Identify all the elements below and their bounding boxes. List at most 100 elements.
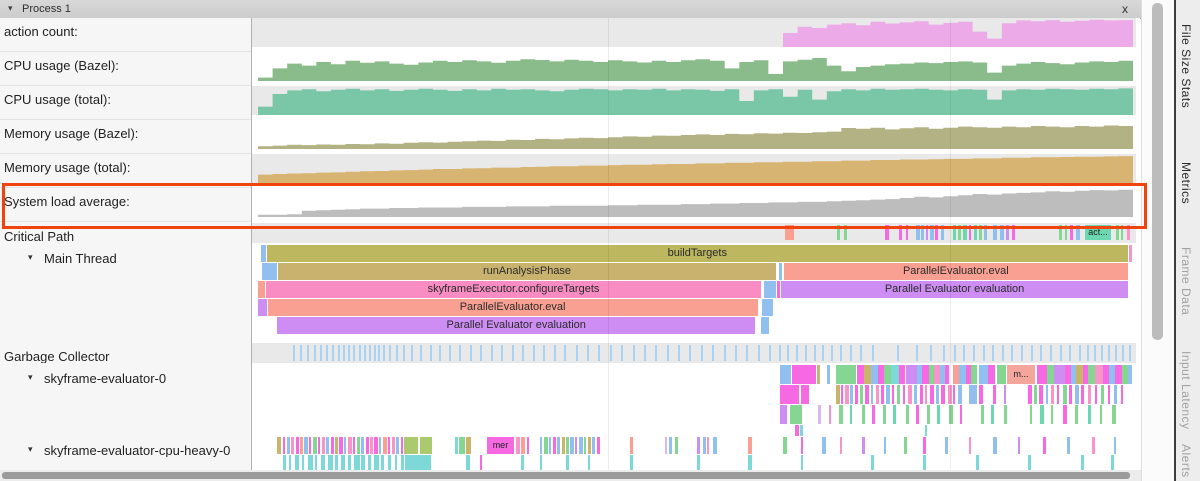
tick[interactable] [991, 405, 994, 424]
tick[interactable] [322, 437, 326, 454]
tick[interactable] [527, 437, 530, 454]
gc-tick[interactable] [420, 345, 422, 361]
tick[interactable] [953, 385, 956, 404]
tick[interactable] [405, 455, 431, 470]
horizontal-scrollbar[interactable] [0, 470, 1141, 481]
tick[interactable] [258, 299, 267, 316]
tick[interactable] [368, 455, 371, 470]
gc-tick[interactable] [758, 345, 760, 361]
gc-tick[interactable] [787, 345, 789, 361]
gc-tick[interactable] [1101, 345, 1103, 361]
tick[interactable] [707, 437, 710, 454]
tick[interactable] [566, 437, 569, 454]
slice[interactable]: mer [487, 437, 513, 454]
tick[interactable] [1043, 437, 1047, 454]
tick[interactable] [1081, 455, 1085, 470]
tick[interactable] [926, 225, 929, 240]
tick[interactable] [871, 455, 875, 470]
counter-label-row[interactable]: System load average: [0, 188, 251, 222]
tick[interactable] [904, 437, 908, 454]
gc-tick[interactable] [992, 345, 994, 361]
vertical-scrollbar-thumb[interactable] [1152, 3, 1163, 340]
gc-tick[interactable] [667, 345, 669, 361]
gc-tick[interactable] [689, 345, 691, 361]
tick[interactable] [553, 437, 557, 454]
gc-tick[interactable] [512, 345, 514, 361]
tick[interactable] [1081, 385, 1084, 404]
tick[interactable] [864, 365, 871, 384]
tab-alerts[interactable]: Alerts [1179, 444, 1193, 478]
tick[interactable] [903, 385, 906, 404]
gc-tick[interactable] [430, 345, 432, 361]
gc-tick[interactable] [587, 345, 589, 361]
tick[interactable] [1063, 405, 1067, 424]
tick[interactable] [801, 385, 810, 404]
gc-tick[interactable] [320, 345, 322, 361]
gc-tick[interactable] [491, 345, 493, 361]
tick[interactable] [850, 405, 853, 424]
tick[interactable] [937, 405, 940, 424]
tick[interactable] [1088, 405, 1092, 424]
tick[interactable] [584, 437, 587, 454]
tick[interactable] [318, 437, 321, 454]
tick[interactable] [544, 437, 548, 454]
counter-track[interactable] [252, 52, 1136, 81]
tick[interactable] [865, 385, 869, 404]
counter-track[interactable] [252, 86, 1136, 115]
tick[interactable] [381, 455, 384, 470]
tick[interactable] [922, 365, 929, 384]
tick[interactable] [697, 437, 700, 454]
tick[interactable] [936, 385, 939, 404]
tick[interactable] [630, 455, 634, 470]
gc-tick[interactable] [930, 345, 932, 361]
tick[interactable] [780, 405, 787, 424]
tick[interactable] [516, 437, 520, 454]
gc-tick[interactable] [769, 345, 771, 361]
tick[interactable] [353, 437, 356, 454]
tick[interactable] [630, 437, 634, 454]
tick[interactable] [300, 437, 303, 454]
gc-tick[interactable] [1060, 345, 1062, 361]
gc-tick[interactable] [1079, 345, 1081, 361]
tick[interactable] [420, 437, 432, 454]
tick[interactable] [1108, 385, 1111, 404]
gc-tick[interactable] [850, 345, 852, 361]
tick[interactable] [1046, 385, 1049, 404]
tick[interactable] [993, 385, 996, 404]
tick[interactable] [339, 437, 343, 454]
tick[interactable] [988, 365, 995, 384]
tick[interactable] [969, 437, 972, 454]
tick[interactable] [764, 281, 776, 298]
tick[interactable] [1129, 245, 1133, 262]
gc-tick[interactable] [701, 345, 703, 361]
tick[interactable] [993, 437, 997, 454]
gc-tick[interactable] [314, 345, 316, 361]
gc-tick[interactable] [533, 345, 535, 361]
gc-tick[interactable] [746, 345, 748, 361]
gc-tick[interactable] [1011, 345, 1013, 361]
gc-tick[interactable] [293, 345, 295, 361]
gc-tick[interactable] [897, 345, 899, 361]
tick[interactable] [860, 385, 863, 404]
gc-tick[interactable] [633, 345, 635, 361]
tick[interactable] [884, 365, 891, 384]
tick[interactable] [296, 437, 300, 454]
tick[interactable] [1051, 385, 1055, 404]
tick[interactable] [370, 437, 373, 454]
tick[interactable] [361, 455, 365, 470]
tick[interactable] [893, 405, 896, 424]
vertical-scrollbar[interactable] [1141, 0, 1175, 481]
tick[interactable] [891, 365, 900, 384]
tick[interactable] [836, 365, 855, 384]
tick[interactable] [935, 225, 938, 240]
tick[interactable] [401, 455, 405, 470]
tick[interactable] [557, 437, 560, 454]
tick[interactable] [1115, 365, 1122, 384]
tick[interactable] [1028, 385, 1032, 404]
tick[interactable] [981, 405, 985, 424]
tick[interactable] [466, 437, 470, 454]
tick[interactable] [941, 225, 945, 240]
gc-tick[interactable] [374, 345, 376, 361]
gc-tick[interactable] [598, 345, 600, 361]
tick[interactable] [521, 437, 525, 454]
